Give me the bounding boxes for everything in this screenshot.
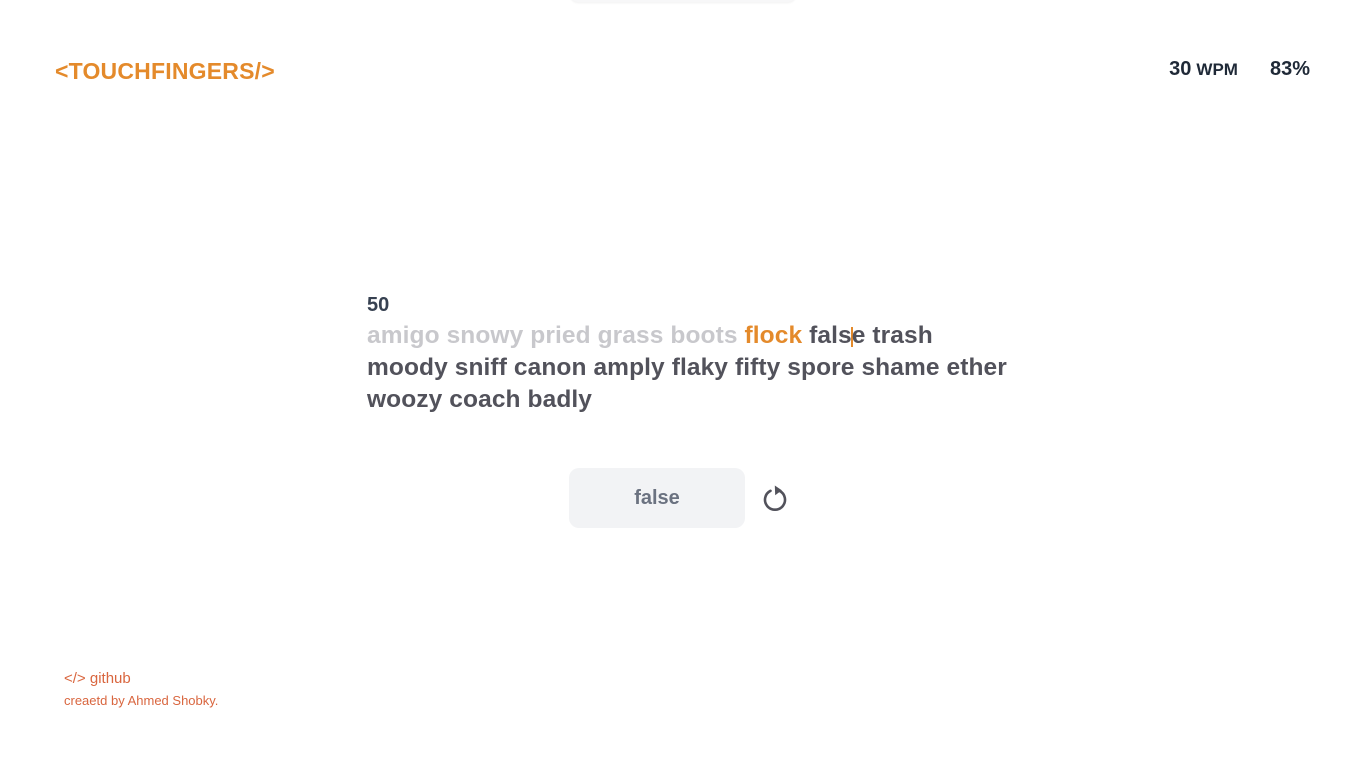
word-current-before-caret: fals [809,322,852,349]
typing-input[interactable] [569,468,745,528]
word-typed: grass [597,322,664,349]
top-notification-tab [570,0,796,2]
input-row [569,468,791,528]
restart-button[interactable] [759,482,791,514]
word-current-after-caret: e [851,322,866,349]
word-pending: moody [367,354,448,381]
word-typed: amigo [367,322,440,349]
word-pending: flaky [671,354,729,381]
typing-area: 50 amigo snowy pried grass boots flock f… [367,294,1007,416]
wpm-value: 30 [1169,58,1192,80]
word-pending: shame [861,354,940,381]
wpm-stat: 30 WPM [1169,58,1238,81]
word-pending: spore [787,354,855,381]
word-typed: snowy [446,322,524,349]
github-link[interactable]: </> github [64,670,218,688]
word-typed: boots [670,322,738,349]
word-active: flock [744,322,803,349]
restart-icon [763,485,787,511]
word-current: false [809,322,865,349]
timer: 50 [367,294,390,316]
footer: </> github creaetd by Ahmed Shobky. [64,670,218,709]
word-list: amigo snowy pried grass boots flock fals… [367,320,1007,416]
word-pending: fifty [734,354,781,381]
word-pending: trash [872,322,933,349]
word-pending: woozy [367,386,443,413]
credit-text: creaetd by Ahmed Shobky. [64,693,219,708]
stats-bar: 30 WPM 83% [1169,58,1310,81]
word-pending: sniff [454,354,507,381]
accuracy-stat: 83% [1269,58,1310,80]
word-pending: canon [513,354,587,381]
wpm-unit: WPM [1196,60,1238,79]
word-pending: ether [946,354,1007,381]
word-pending: badly [527,386,593,413]
word-typed: pried [530,322,591,349]
logo[interactable]: <TOUCHFINGERS/> [55,58,275,85]
word-pending: amply [593,354,665,381]
word-pending: coach [449,386,521,413]
page: <TOUCHFINGERS/> 30 WPM 83% 50 amigo snowy… [0,0,1366,768]
